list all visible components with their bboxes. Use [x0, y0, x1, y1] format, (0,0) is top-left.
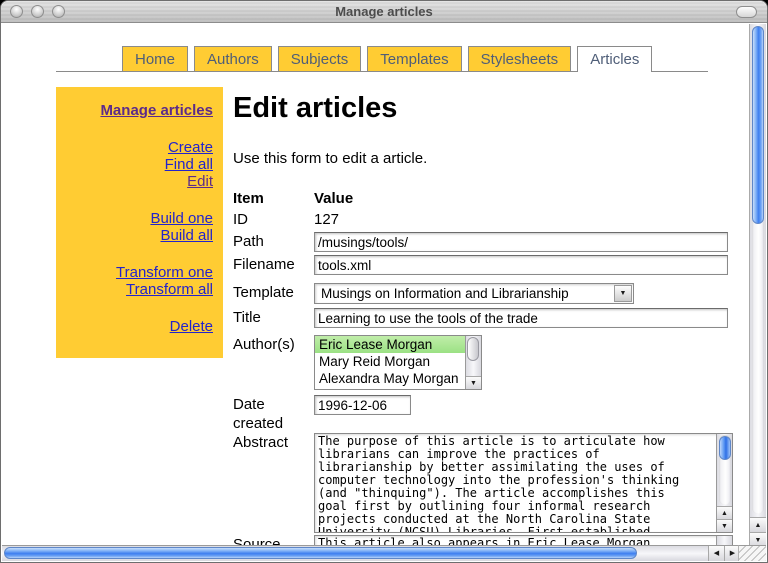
- tab-articles[interactable]: Articles: [577, 46, 652, 72]
- sidebar-spacer: [62, 119, 213, 139]
- id-row: ID 127: [233, 210, 750, 229]
- sidebar-link-transform-one[interactable]: Transform one: [62, 264, 213, 281]
- column-header-item: Item: [233, 189, 314, 208]
- sidebar-link-transform-all[interactable]: Transform all: [62, 281, 213, 298]
- sidebar-link-delete[interactable]: Delete: [62, 318, 213, 335]
- template-label: Template: [233, 283, 314, 302]
- abstract-scrollbar[interactable]: ▲ ▼: [716, 434, 732, 532]
- template-select[interactable]: Musings on Information and Librarianship…: [314, 283, 634, 304]
- window-minimize-button[interactable]: [31, 5, 44, 18]
- path-label: Path: [233, 232, 314, 251]
- tab-home[interactable]: Home: [122, 46, 188, 71]
- scroll-down-icon: ▼: [721, 523, 728, 530]
- scroll-left-button[interactable]: ◀: [708, 546, 724, 561]
- window-close-button[interactable]: [10, 5, 23, 18]
- tab-bar: Home Authors Subjects Templates Styleshe…: [56, 46, 708, 72]
- sidebar-link-edit[interactable]: Edit: [62, 173, 213, 190]
- author-option[interactable]: Alexandra May Morgan: [315, 370, 465, 387]
- abstract-scroll-down-button[interactable]: ▼: [717, 519, 732, 532]
- horizontal-scrollbar-thumb[interactable]: [4, 547, 637, 559]
- author-option-selected[interactable]: Eric Lease Morgan: [315, 336, 465, 353]
- authors-options: Eric Lease Morgan Mary Reid Morgan Alexa…: [315, 336, 465, 389]
- toolbar-toggle-button[interactable]: [736, 6, 757, 18]
- scroll-up-button[interactable]: ▲: [750, 517, 766, 532]
- date-created-row: Date created: [233, 395, 750, 433]
- abstract-row: Abstract The purpose of this article is …: [233, 433, 750, 533]
- id-label: ID: [233, 210, 314, 229]
- window-zoom-button[interactable]: [52, 5, 65, 18]
- sidebar: Manage articles Create Find all Edit Bui…: [56, 87, 223, 358]
- path-row: Path: [233, 232, 750, 252]
- date-created-label: Date created: [233, 395, 314, 433]
- sidebar-link-build-all[interactable]: Build all: [62, 227, 213, 244]
- window-titlebar[interactable]: Manage articles: [1, 1, 767, 23]
- scroll-left-icon: ◀: [714, 550, 719, 557]
- page-title: Edit articles: [233, 91, 750, 125]
- authors-listbox[interactable]: Eric Lease Morgan Mary Reid Morgan Alexa…: [314, 335, 482, 390]
- vertical-scrollbar-thumb[interactable]: [752, 26, 764, 224]
- sidebar-link-find-all[interactable]: Find all: [62, 156, 213, 173]
- filename-input[interactable]: [314, 255, 728, 275]
- sidebar-link-build-one[interactable]: Build one: [62, 210, 213, 227]
- authors-scroll-down-button[interactable]: ▼: [466, 376, 481, 389]
- main-panel: Edit articles Use this form to edit a ar…: [233, 87, 750, 547]
- abstract-scroll-up-button[interactable]: ▲: [717, 506, 732, 519]
- authors-label: Author(s): [233, 335, 314, 354]
- path-input[interactable]: [314, 232, 728, 252]
- sidebar-link-create[interactable]: Create: [62, 139, 213, 156]
- title-label: Title: [233, 308, 314, 327]
- template-row: Template Musings on Information and Libr…: [233, 283, 750, 304]
- content-row: Manage articles Create Find all Edit Bui…: [56, 87, 750, 547]
- authors-scrollbar-thumb[interactable]: [467, 337, 479, 361]
- window-resize-grip[interactable]: [738, 545, 766, 561]
- sidebar-spacer: [62, 244, 213, 264]
- abstract-scroll-buttons: ▲ ▼: [717, 506, 732, 532]
- edit-article-form: Item Value ID 127 Path Filename: [233, 189, 750, 547]
- abstract-textarea[interactable]: The purpose of this article is to articu…: [314, 433, 733, 533]
- vertical-scroll-buttons: ▲ ▼: [750, 517, 766, 547]
- tab-stylesheets[interactable]: Stylesheets: [468, 46, 572, 71]
- sidebar-spacer: [62, 190, 213, 210]
- authors-row: Author(s) Eric Lease Morgan Mary Reid Mo…: [233, 335, 750, 390]
- tab-subjects[interactable]: Subjects: [278, 46, 362, 71]
- table-header-row: Item Value: [233, 189, 750, 208]
- date-created-input[interactable]: [314, 395, 411, 415]
- window-controls: [10, 5, 65, 18]
- scroll-down-icon: ▼: [755, 537, 762, 544]
- filename-row: Filename: [233, 255, 750, 275]
- app-window: Manage articles Home Authors Subjects Te…: [0, 0, 768, 563]
- window-title: Manage articles: [1, 1, 767, 22]
- intro-text: Use this form to edit a article.: [233, 149, 750, 168]
- author-option[interactable]: Mary Reid Morgan: [315, 353, 465, 370]
- id-value: 127: [314, 210, 339, 229]
- abstract-scrollbar-thumb[interactable]: [719, 436, 731, 460]
- scroll-up-icon: ▲: [721, 510, 728, 517]
- template-selected-option: Musings on Information and Librarianship: [315, 284, 614, 303]
- scroll-up-icon: ▲: [755, 522, 762, 529]
- title-row: Title: [233, 308, 750, 328]
- horizontal-scroll-buttons: ◀ ▶: [708, 546, 740, 561]
- filename-label: Filename: [233, 255, 314, 274]
- window-horizontal-scrollbar[interactable]: ◀ ▶: [2, 545, 740, 561]
- scroll-down-icon: ▼: [470, 380, 477, 387]
- scroll-right-icon: ▶: [730, 550, 735, 557]
- page-content: Home Authors Subjects Templates Styleshe…: [2, 24, 750, 547]
- authors-scrollbar[interactable]: ▼: [465, 336, 481, 389]
- tab-authors[interactable]: Authors: [194, 46, 272, 71]
- dropdown-arrow-icon: ▼: [620, 290, 627, 297]
- title-input[interactable]: [314, 308, 728, 328]
- sidebar-spacer: [62, 298, 213, 318]
- column-header-value: Value: [314, 189, 353, 208]
- tab-templates[interactable]: Templates: [367, 46, 461, 71]
- abstract-label: Abstract: [233, 433, 314, 452]
- window-vertical-scrollbar[interactable]: ▲ ▼: [749, 24, 766, 547]
- template-select-button[interactable]: ▼: [614, 285, 632, 302]
- sidebar-link-manage-articles[interactable]: Manage articles: [62, 102, 213, 119]
- abstract-text[interactable]: The purpose of this article is to articu…: [315, 434, 716, 532]
